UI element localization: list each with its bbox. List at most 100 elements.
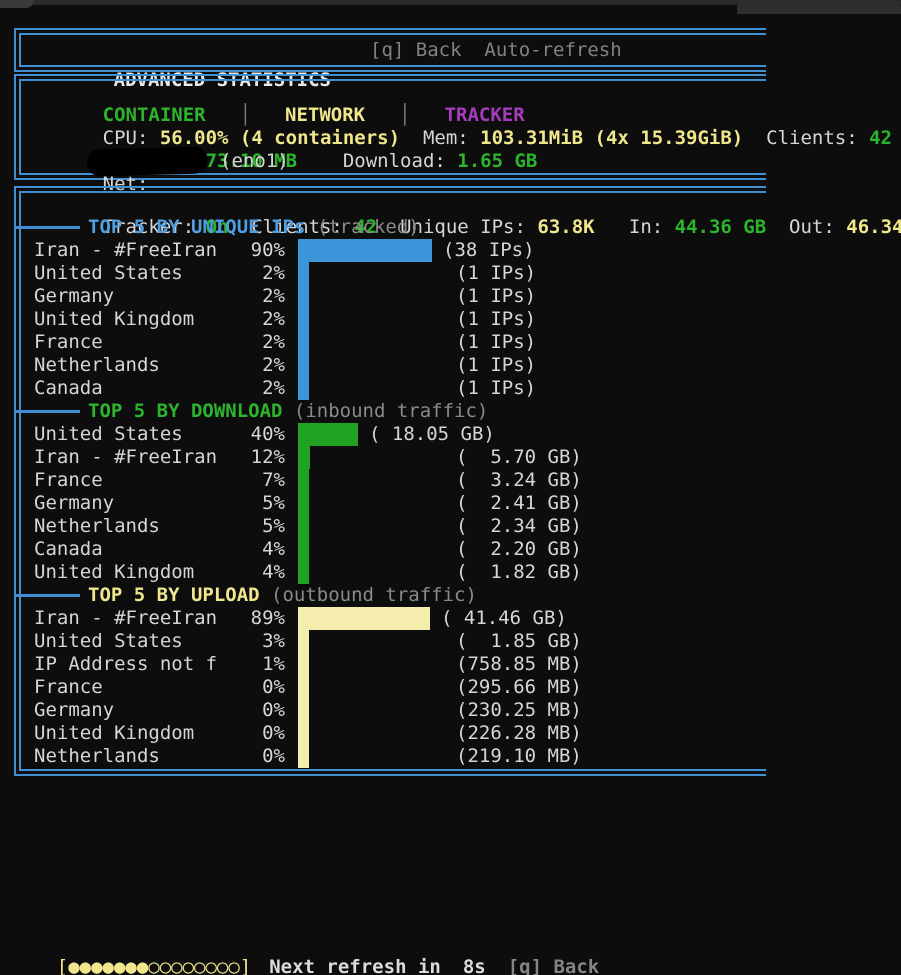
net-interface: (eno1) bbox=[220, 150, 289, 173]
chart-row: United States 2% (1 IPs) bbox=[21, 262, 766, 285]
refresh-seconds: 8s bbox=[463, 956, 486, 975]
bar bbox=[298, 354, 309, 377]
title-box: ADVANCED STATISTICS [q] Back Auto-refres… bbox=[14, 28, 766, 72]
percent-label: 0% bbox=[221, 722, 285, 745]
chart-row: France 2% (1 IPs) bbox=[21, 331, 766, 354]
percent-label: 2% bbox=[221, 331, 285, 354]
status-back-hint[interactable]: [q] Back bbox=[508, 956, 600, 975]
value-label: (1 IPs) bbox=[456, 285, 536, 308]
country-label: United States bbox=[34, 262, 183, 284]
chart-row: Canada 4% ( 2.20 GB) bbox=[21, 538, 766, 561]
value-label: ( 5.70 GB) bbox=[456, 446, 582, 469]
value-label: ( 18.05 GB) bbox=[369, 423, 495, 446]
window-chrome-corner bbox=[0, 0, 34, 8]
percent-label: 2% bbox=[221, 308, 285, 331]
out-value: 46.34 GB bbox=[846, 216, 901, 238]
country-label: Canada bbox=[34, 377, 103, 399]
back-key-hint[interactable]: [q] Back bbox=[370, 39, 462, 61]
country-label: Netherlands bbox=[34, 745, 160, 767]
country-label: France bbox=[34, 676, 103, 698]
country-label: Iran - #FreeIran bbox=[34, 239, 217, 261]
chart-row: United Kingdom4%( 1.82 GB) bbox=[21, 561, 766, 584]
terminal-screen: ADVANCED STATISTICS [q] Back Auto-refres… bbox=[0, 0, 901, 975]
section-title: TOP 5 BY UPLOAD bbox=[88, 584, 260, 606]
percent-label: 4% bbox=[221, 538, 285, 561]
bar bbox=[298, 423, 358, 446]
section-subtitle: (outbound traffic) bbox=[260, 584, 477, 606]
bar bbox=[298, 561, 309, 584]
value-label: ( 2.20 GB) bbox=[456, 538, 582, 561]
value-label: ( 3.24 GB) bbox=[456, 469, 582, 492]
value-label: (38 IPs) bbox=[443, 239, 535, 262]
chart-row: Netherlands5%( 2.34 GB) bbox=[21, 515, 766, 538]
chart-row: Germany0%(230.25 MB) bbox=[21, 699, 766, 722]
percent-label: 40% bbox=[221, 423, 285, 446]
country-label: Germany bbox=[34, 285, 114, 307]
country-label: France bbox=[34, 331, 103, 353]
auto-refresh-label[interactable]: Auto-refresh bbox=[484, 39, 621, 61]
percent-label: 2% bbox=[221, 262, 285, 285]
value-label: (295.66 MB) bbox=[456, 676, 582, 699]
section-tee-line bbox=[14, 226, 80, 229]
section-header: TOP 5 BY UNIQUE IPs (tracked) bbox=[21, 216, 766, 239]
bar bbox=[298, 699, 309, 722]
chart-row: Canada2%(1 IPs) bbox=[21, 377, 766, 400]
percent-label: 2% bbox=[221, 354, 285, 377]
tracker-box: Tracker: On Clients: 42 Unique IPs: 63.8… bbox=[14, 186, 766, 776]
country-label: Germany bbox=[34, 699, 114, 721]
value-label: ( 2.41 GB) bbox=[456, 492, 582, 515]
bar bbox=[298, 308, 309, 331]
value-label: (1 IPs) bbox=[456, 331, 536, 354]
country-label: United Kingdom bbox=[34, 722, 194, 744]
percent-label: 3% bbox=[221, 630, 285, 653]
cpu-mem-line: CPU: 56.00% (4 containers) Mem: 103.31Mi… bbox=[21, 104, 766, 127]
bar bbox=[298, 745, 309, 768]
percent-label: 12% bbox=[221, 446, 285, 469]
country-label: France bbox=[34, 469, 103, 491]
bar bbox=[298, 722, 309, 745]
clients-value: 42 bbox=[869, 127, 892, 149]
chart-row: Germany 2% (1 IPs) bbox=[21, 285, 766, 308]
chart-row: United States3%( 1.85 GB) bbox=[21, 630, 766, 653]
bar bbox=[298, 676, 309, 699]
redacted-net-address bbox=[87, 146, 208, 176]
value-label: ( 1.82 GB) bbox=[456, 561, 582, 584]
value-label: (230.25 MB) bbox=[456, 699, 582, 722]
section-subtitle: (tracked) bbox=[305, 216, 419, 238]
bar bbox=[298, 239, 432, 262]
net-line: Net: (eno1) bbox=[21, 150, 766, 173]
chart-row: France 7% ( 3.24 GB) bbox=[21, 469, 766, 492]
next-refresh-label: Next refresh in bbox=[269, 956, 441, 975]
value-label: (219.10 MB) bbox=[456, 745, 582, 768]
chart-row: United Kingdom0%(226.28 MB) bbox=[21, 722, 766, 745]
bar bbox=[298, 377, 309, 400]
bar bbox=[298, 331, 309, 354]
country-label: United States bbox=[34, 423, 183, 445]
window-chrome-tab bbox=[737, 0, 901, 14]
percent-label: 0% bbox=[221, 745, 285, 768]
percent-label: 1% bbox=[221, 653, 285, 676]
bar bbox=[298, 262, 309, 285]
section-subtitle: (inbound traffic) bbox=[282, 400, 488, 422]
bar bbox=[298, 492, 309, 515]
country-label: Iran - #FreeIran bbox=[34, 446, 217, 468]
upload-download-line: Upload: 173.10 MB Download: 1.65 GB bbox=[21, 127, 766, 150]
country-label: United Kingdom bbox=[34, 308, 194, 330]
value-label: (1 IPs) bbox=[456, 262, 536, 285]
bar bbox=[298, 469, 309, 492]
back-and-autorefresh: [q] Back Auto-refresh bbox=[370, 35, 622, 65]
section-tee-line bbox=[14, 594, 80, 597]
country-label: Germany bbox=[34, 492, 114, 514]
chart-row: France0%(295.66 MB) bbox=[21, 676, 766, 699]
value-label: ( 2.34 GB) bbox=[456, 515, 582, 538]
percent-label: 2% bbox=[221, 285, 285, 308]
out-label: Out: bbox=[766, 216, 846, 238]
refresh-progress-indicator: [●●●●●●●○○○○○○○○] bbox=[57, 956, 251, 975]
chart-row: IP Address not f1%(758.85 MB) bbox=[21, 653, 766, 676]
chart-row: Netherlands 0% (219.10 MB) bbox=[21, 745, 766, 768]
value-label: (1 IPs) bbox=[456, 354, 536, 377]
tracker-summary-line: Tracker: On Clients: 42 Unique IPs: 63.8… bbox=[21, 193, 766, 216]
country-label: Canada bbox=[34, 538, 103, 560]
percent-label: 7% bbox=[221, 469, 285, 492]
percent-label: 2% bbox=[221, 377, 285, 400]
